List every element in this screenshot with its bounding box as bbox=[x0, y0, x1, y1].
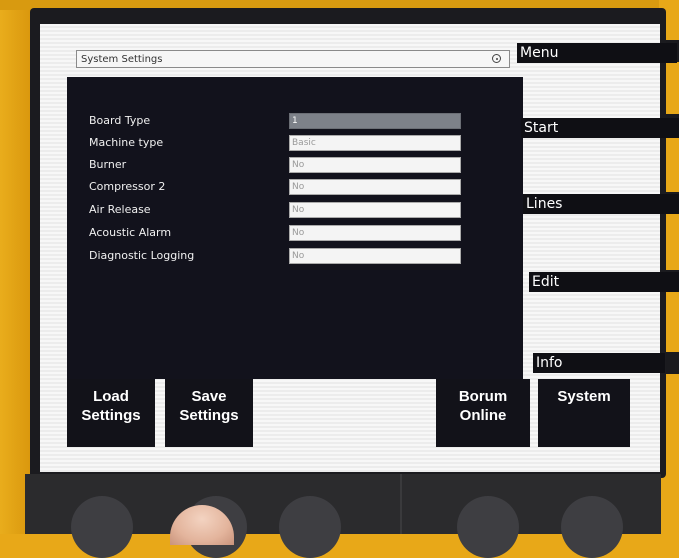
hardware-keypad bbox=[25, 474, 661, 558]
compressor-2-field[interactable]: No bbox=[289, 179, 461, 195]
setting-label: Diagnostic Logging bbox=[89, 249, 195, 262]
start-tab[interactable]: Start bbox=[521, 118, 679, 138]
setting-row-diagnostic-logging: Diagnostic Logging No bbox=[67, 246, 523, 266]
save-settings-line-2: Settings bbox=[179, 407, 239, 424]
system-button[interactable]: System bbox=[538, 379, 630, 447]
machine-type-field[interactable]: Basic bbox=[289, 135, 461, 151]
board-type-field[interactable]: 1 bbox=[289, 113, 461, 129]
setting-label: Burner bbox=[89, 158, 127, 171]
borum-online-line-2: Online bbox=[459, 407, 507, 424]
device-bezel bbox=[0, 0, 34, 534]
setting-row-compressor-2: Compressor 2 No bbox=[67, 177, 523, 197]
setting-row-board-type: Board Type 1 bbox=[67, 111, 523, 131]
setting-label: Machine type bbox=[89, 136, 164, 149]
title-bar: System Settings bbox=[76, 50, 510, 68]
load-settings-button[interactable]: Load Settings bbox=[67, 379, 155, 447]
setting-label: Compressor 2 bbox=[89, 180, 166, 193]
setting-row-burner: Burner No bbox=[67, 155, 523, 175]
burner-field[interactable]: No bbox=[289, 157, 461, 173]
load-settings-line-2: Settings bbox=[81, 407, 141, 424]
setting-label: Board Type bbox=[89, 114, 151, 127]
hardware-key-4[interactable] bbox=[457, 496, 519, 558]
diagnostic-logging-field[interactable]: No bbox=[289, 248, 461, 264]
lines-tab[interactable]: Lines bbox=[523, 194, 679, 214]
load-settings-line-1: Load bbox=[93, 388, 129, 405]
hardware-key-1[interactable] bbox=[71, 496, 133, 558]
page-title: System Settings bbox=[81, 54, 163, 65]
menu-tab[interactable]: Menu bbox=[517, 43, 677, 63]
info-tab[interactable]: Info bbox=[533, 353, 665, 373]
save-settings-button[interactable]: Save Settings bbox=[165, 379, 253, 447]
air-release-field[interactable]: No bbox=[289, 202, 461, 218]
keypad-divider bbox=[400, 474, 402, 534]
save-settings-line-1: Save bbox=[191, 388, 227, 405]
borum-online-button[interactable]: Borum Online bbox=[436, 379, 530, 447]
setting-row-machine-type: Machine type Basic bbox=[67, 133, 523, 153]
borum-online-line-1: Borum bbox=[458, 388, 508, 405]
hardware-key-3[interactable] bbox=[279, 496, 341, 558]
system-label: System bbox=[557, 388, 611, 405]
setting-label: Air Release bbox=[89, 203, 151, 216]
setting-row-air-release: Air Release No bbox=[67, 200, 523, 220]
acoustic-alarm-field[interactable]: No bbox=[289, 225, 461, 241]
edit-tab[interactable]: Edit bbox=[529, 272, 679, 292]
setting-row-acoustic-alarm: Acoustic Alarm No bbox=[67, 223, 523, 243]
setting-label: Acoustic Alarm bbox=[89, 226, 172, 239]
clock-icon bbox=[492, 54, 501, 63]
settings-panel: Board Type 1 Machine type Basic Burner N… bbox=[67, 77, 523, 379]
hardware-key-5[interactable] bbox=[561, 496, 623, 558]
